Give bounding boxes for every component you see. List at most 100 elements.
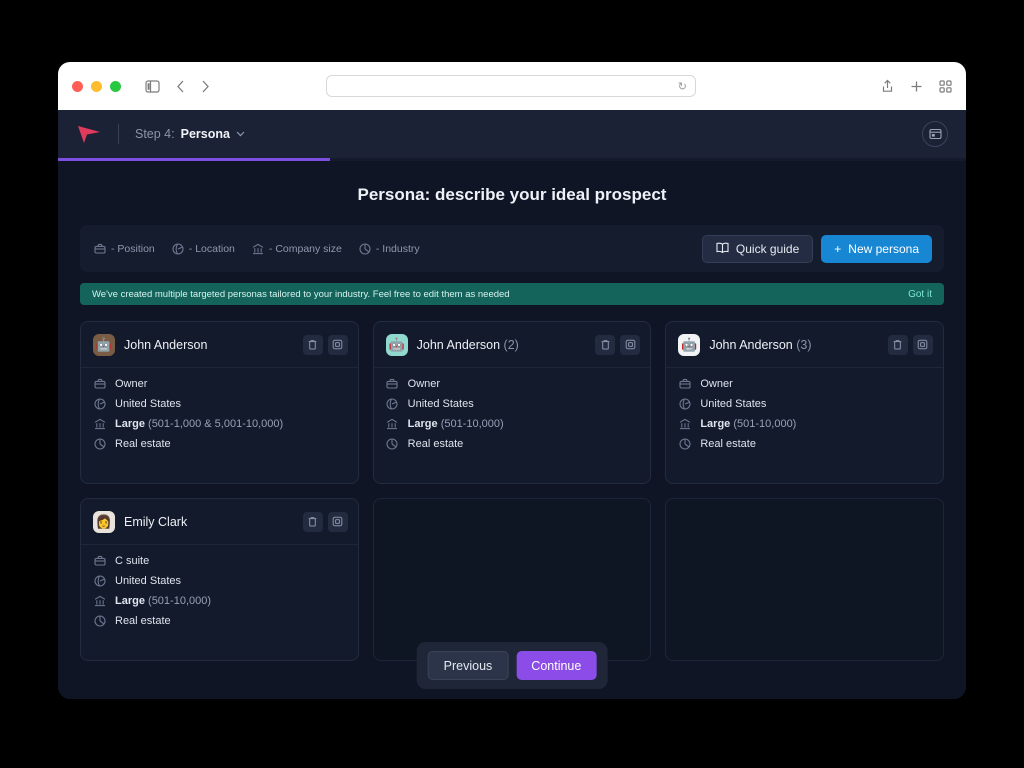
duplicate-persona-button[interactable]: [328, 512, 348, 532]
persona-name-text: John Anderson: [124, 338, 207, 352]
duplicate-persona-button[interactable]: [328, 335, 348, 355]
new-persona-button[interactable]: + New persona: [821, 235, 932, 263]
share-icon[interactable]: [881, 79, 894, 93]
persona-position-value: Owner: [115, 378, 147, 390]
browser-chrome: ↻: [58, 62, 966, 110]
delete-persona-button[interactable]: [888, 335, 908, 355]
persona-industry: Real estate: [93, 438, 346, 450]
persona-size-label: Large: [700, 418, 730, 430]
persona-name-suffix: (2): [500, 338, 519, 352]
back-arrow-icon[interactable]: [176, 80, 185, 93]
main-content: Persona: describe your ideal prospect - …: [58, 161, 966, 699]
url-input[interactable]: [335, 81, 678, 92]
persona-name-text: John Anderson: [417, 338, 500, 352]
step-prefix: Step 4:: [135, 127, 175, 141]
wizard-footer: Previous Continue: [417, 642, 608, 689]
persona-position: Owner: [678, 378, 931, 390]
globe-icon: [93, 398, 106, 410]
maximize-window-button[interactable]: [110, 81, 121, 92]
persona-industry: Real estate: [678, 438, 931, 450]
briefcase-icon: [93, 555, 106, 567]
card-view-icon[interactable]: [922, 121, 948, 147]
persona-industry: Real estate: [93, 615, 346, 627]
delete-persona-button[interactable]: [595, 335, 615, 355]
avatar: 🤖: [386, 334, 408, 356]
persona-card[interactable]: 🤖John Anderson (2)OwnerUnited StatesLarg…: [373, 321, 652, 484]
persona-card-header: 🤖 John Anderson (3): [666, 322, 943, 368]
globe-icon: [678, 398, 691, 410]
reload-icon[interactable]: ↻: [678, 80, 687, 93]
avatar: 🤖: [93, 334, 115, 356]
plus-icon: +: [834, 242, 841, 256]
persona-size-label: Large: [408, 418, 438, 430]
banner-dismiss-link[interactable]: Got it: [908, 289, 932, 300]
legend-label: - Position: [111, 243, 155, 255]
persona-name: John Anderson (3): [709, 338, 811, 352]
header-divider: [118, 124, 119, 144]
duplicate-persona-button[interactable]: [913, 335, 933, 355]
forward-arrow-icon[interactable]: [201, 80, 210, 93]
quick-guide-button[interactable]: Quick guide: [702, 235, 813, 263]
bank-icon: [93, 418, 106, 430]
persona-location-value: United States: [700, 398, 766, 410]
persona-location: United States: [386, 398, 639, 410]
close-window-button[interactable]: [72, 81, 83, 92]
previous-button[interactable]: Previous: [428, 651, 509, 680]
persona-name: John Anderson: [124, 338, 207, 352]
persona-industry: Real estate: [386, 438, 639, 450]
empty-persona-slot[interactable]: [373, 498, 652, 661]
persona-position-value: Owner: [700, 378, 732, 390]
avatar: 👩: [93, 511, 115, 533]
persona-size-range: (501-1,000 & 5,001-10,000): [148, 418, 283, 430]
persona-name-suffix: (3): [793, 338, 812, 352]
persona-company-size: Large (501-10,000): [93, 595, 346, 607]
persona-size-range: (501-10,000): [441, 418, 504, 430]
delete-persona-button[interactable]: [303, 335, 323, 355]
app-container: Step 4: Persona Persona: describe your i…: [58, 110, 966, 699]
bank-icon: [678, 418, 691, 430]
legend: - Position- Location- Company size- Indu…: [94, 243, 420, 255]
globe-icon: [386, 398, 399, 410]
sidebar-toggle-icon[interactable]: [145, 80, 160, 93]
persona-card-body: Owner United States Large (501-10,000) Real…: [666, 368, 943, 450]
pie-chart-icon: [386, 438, 399, 450]
persona-card-header: 👩Emily Clark: [81, 499, 358, 545]
grid-icon[interactable]: [939, 80, 952, 93]
legend-item-0: - Position: [94, 243, 155, 255]
persona-size-range: (501-10,000): [148, 595, 211, 607]
avatar: 🤖: [678, 334, 700, 356]
pie-chart-icon: [93, 615, 106, 627]
chevron-down-icon[interactable]: [236, 129, 245, 140]
persona-industry-value: Real estate: [115, 438, 171, 450]
pie-chart-icon: [93, 438, 106, 450]
persona-name: John Anderson (2): [417, 338, 519, 352]
empty-persona-slot[interactable]: [665, 498, 944, 661]
persona-card[interactable]: 👩Emily Clark C suite United States Large (5…: [80, 498, 359, 661]
info-banner: We've created multiple targeted personas…: [80, 283, 944, 305]
delete-persona-button[interactable]: [303, 512, 323, 532]
globe-icon: [93, 575, 106, 587]
minimize-window-button[interactable]: [91, 81, 102, 92]
persona-card-header: 🤖 John Anderson: [81, 322, 358, 368]
briefcase-icon: [678, 378, 691, 390]
persona-size-range: (501-10,000): [733, 418, 796, 430]
quick-guide-label: Quick guide: [736, 242, 799, 256]
briefcase-icon: [93, 378, 106, 390]
persona-company-size: Large (501-10,000): [678, 418, 931, 430]
legend-item-2: - Company size: [252, 243, 342, 255]
app-logo[interactable]: [76, 123, 102, 145]
persona-industry-value: Real estate: [700, 438, 756, 450]
duplicate-persona-button[interactable]: [620, 335, 640, 355]
persona-card[interactable]: 🤖 John Anderson (3) Owner United States Larg…: [665, 321, 944, 484]
persona-company-size: Large (501-10,000): [386, 418, 639, 430]
persona-location: United States: [93, 575, 346, 587]
briefcase-icon: [386, 378, 399, 390]
persona-card[interactable]: 🤖John AndersonOwnerUnited StatesLarge (5…: [80, 321, 359, 484]
continue-button[interactable]: Continue: [516, 651, 596, 680]
step-indicator[interactable]: Step 4: Persona: [135, 127, 245, 141]
plus-icon[interactable]: [910, 80, 923, 93]
address-bar[interactable]: ↻: [326, 75, 696, 97]
persona-position: C suite: [93, 555, 346, 567]
persona-location-value: United States: [115, 575, 181, 587]
persona-card-body: C suite United States Large (501-10,000) Re…: [81, 545, 358, 627]
